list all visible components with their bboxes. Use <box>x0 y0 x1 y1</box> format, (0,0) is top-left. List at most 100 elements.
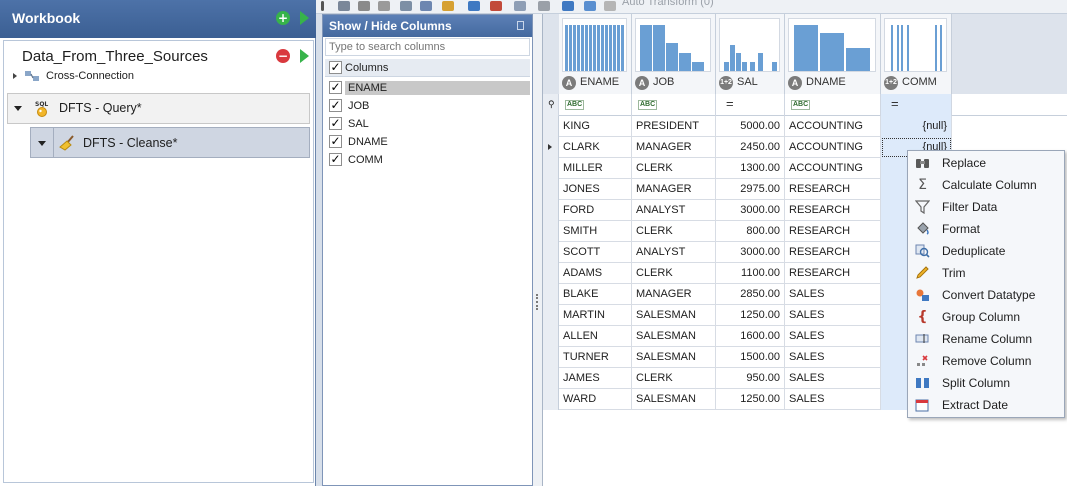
cell-job[interactable]: ANALYST <box>632 242 716 263</box>
panel-splitter[interactable] <box>533 14 542 486</box>
row-header[interactable] <box>543 179 559 200</box>
table-row[interactable]: TURNER SALESMAN 1500.00 SALES <box>543 347 952 368</box>
menu-item-format[interactable]: Format <box>910 218 1062 240</box>
cell-ename[interactable]: MARTIN <box>559 305 632 326</box>
menu-item-remove-column[interactable]: Remove Column <box>910 350 1062 372</box>
row-header[interactable] <box>543 347 559 368</box>
column-item-sal[interactable]: ✓ SAL <box>325 115 530 133</box>
cell-sal[interactable]: 1100.00 <box>716 263 785 284</box>
column-checkbox[interactable]: ✓ <box>329 135 342 148</box>
menu-item-split-column[interactable]: Split Column <box>910 372 1062 394</box>
table-row[interactable]: ADAMS CLERK 1100.00 RESEARCH <box>543 263 952 284</box>
splitter-grip-icon[interactable] <box>536 294 539 310</box>
toolbar-date-icon[interactable] <box>584 1 596 11</box>
row-header[interactable] <box>543 326 559 347</box>
cell-job[interactable]: SALESMAN <box>632 347 716 368</box>
menu-item-calculate-column[interactable]: Σ Calculate Column <box>910 174 1062 196</box>
menu-item-trim[interactable]: Trim <box>910 262 1062 284</box>
filter-ename[interactable]: ABC <box>559 94 632 116</box>
menu-item-filter-data[interactable]: Filter Data <box>910 196 1062 218</box>
cell-dname[interactable]: SALES <box>785 326 881 347</box>
column-checkbox[interactable]: ✓ <box>329 99 342 112</box>
row-header[interactable] <box>543 305 559 326</box>
column-item-comm[interactable]: ✓ COMM <box>325 151 530 169</box>
cell-ename[interactable]: MILLER <box>559 158 632 179</box>
menu-item-group-column[interactable]: { Group Column <box>910 306 1062 328</box>
cell-dname[interactable]: RESEARCH <box>785 200 881 221</box>
run-icon[interactable] <box>300 11 309 25</box>
toolbar-auto-transform-icon[interactable] <box>604 1 616 11</box>
row-header[interactable] <box>543 116 559 137</box>
column-checkbox[interactable]: ✓ <box>329 81 342 94</box>
cell-dname[interactable]: RESEARCH <box>785 263 881 284</box>
cell-sal[interactable]: 1600.00 <box>716 326 785 347</box>
filter-dname[interactable]: ABC <box>785 94 881 116</box>
column-header-job[interactable]: A JOB <box>632 14 716 94</box>
cell-comm[interactable]: {null} <box>881 116 952 137</box>
cell-sal[interactable]: 2850.00 <box>716 284 785 305</box>
cell-dname[interactable]: SALES <box>785 347 881 368</box>
row-header[interactable] <box>543 284 559 305</box>
filter-comm[interactable]: = <box>881 94 952 116</box>
toolbar-grid-icon[interactable] <box>338 1 350 11</box>
table-row[interactable]: MILLER CLERK 1300.00 ACCOUNTING <box>543 158 952 179</box>
cell-ename[interactable]: KING <box>559 116 632 137</box>
column-header-dname[interactable]: A DNAME <box>785 14 881 94</box>
toolbar-split-icon[interactable] <box>562 1 574 11</box>
cell-ename[interactable]: WARD <box>559 389 632 410</box>
cell-job[interactable]: CLERK <box>632 158 716 179</box>
cell-ename[interactable]: BLAKE <box>559 284 632 305</box>
cell-job[interactable]: SALESMAN <box>632 326 716 347</box>
toolbar-convert-icon[interactable] <box>468 1 480 11</box>
cell-sal[interactable]: 1250.00 <box>716 305 785 326</box>
table-row[interactable]: ALLEN SALESMAN 1600.00 SALES <box>543 326 952 347</box>
connection-name[interactable]: Data_From_Three_Sources <box>22 48 208 65</box>
table-row[interactable]: MARTIN SALESMAN 1250.00 SALES <box>543 305 952 326</box>
menu-item-extract-date[interactable]: Extract Date <box>910 394 1062 416</box>
table-row[interactable]: WARD SALESMAN 1250.00 SALES <box>543 389 952 410</box>
tree-node-query[interactable]: SQL DFTS - Query* <box>7 93 310 124</box>
auto-transform-button[interactable]: Auto Transform (0) <box>622 0 714 8</box>
cell-dname[interactable]: SALES <box>785 305 881 326</box>
menu-item-replace[interactable]: Replace <box>910 152 1062 174</box>
cell-dname[interactable]: SALES <box>785 368 881 389</box>
cell-dname[interactable]: ACCOUNTING <box>785 158 881 179</box>
cell-job[interactable]: MANAGER <box>632 137 716 158</box>
cell-dname[interactable]: SALES <box>785 389 881 410</box>
table-row[interactable]: BLAKE MANAGER 2850.00 SALES <box>543 284 952 305</box>
row-header[interactable] <box>543 389 559 410</box>
row-header[interactable] <box>543 368 559 389</box>
column-item-ename[interactable]: ✓ ENAME <box>325 79 530 97</box>
cell-sal[interactable]: 1500.00 <box>716 347 785 368</box>
collapse-arrow-icon[interactable] <box>14 106 22 111</box>
cell-sal[interactable]: 800.00 <box>716 221 785 242</box>
cell-dname[interactable]: ACCOUNTING <box>785 116 881 137</box>
toolbar-sigma-icon[interactable] <box>358 1 370 11</box>
row-header[interactable] <box>543 263 559 284</box>
cell-job[interactable]: MANAGER <box>632 179 716 200</box>
collapse-arrow-icon[interactable] <box>38 141 46 146</box>
column-search-input[interactable] <box>325 38 530 56</box>
table-row[interactable]: JONES MANAGER 2975.00 RESEARCH <box>543 179 952 200</box>
cell-job[interactable]: MANAGER <box>632 284 716 305</box>
cell-sal[interactable]: 3000.00 <box>716 242 785 263</box>
cell-sal[interactable]: 950.00 <box>716 368 785 389</box>
cell-job[interactable]: CLERK <box>632 263 716 284</box>
table-row[interactable]: JAMES CLERK 950.00 SALES <box>543 368 952 389</box>
expand-arrow-icon[interactable] <box>13 73 17 79</box>
menu-item-convert-datatype[interactable]: Convert Datatype <box>910 284 1062 306</box>
column-header-sal[interactable]: 1+2 SAL <box>716 14 785 94</box>
toolbar-group-icon[interactable] <box>490 1 502 11</box>
cell-ename[interactable]: FORD <box>559 200 632 221</box>
column-header-comm[interactable]: 1+2 COMM <box>881 14 952 94</box>
cell-sal[interactable]: 1250.00 <box>716 389 785 410</box>
column-item-dname[interactable]: ✓ DNAME <box>325 133 530 151</box>
run-connection-icon[interactable] <box>300 49 309 63</box>
row-header[interactable] <box>543 200 559 221</box>
tree-node-cleanse[interactable]: DFTS - Cleanse* <box>30 127 310 158</box>
cell-ename[interactable]: JONES <box>559 179 632 200</box>
cell-sal[interactable]: 1300.00 <box>716 158 785 179</box>
cell-job[interactable]: CLERK <box>632 368 716 389</box>
cell-job[interactable]: ANALYST <box>632 200 716 221</box>
select-all-checkbox[interactable]: ✓ <box>329 61 342 74</box>
